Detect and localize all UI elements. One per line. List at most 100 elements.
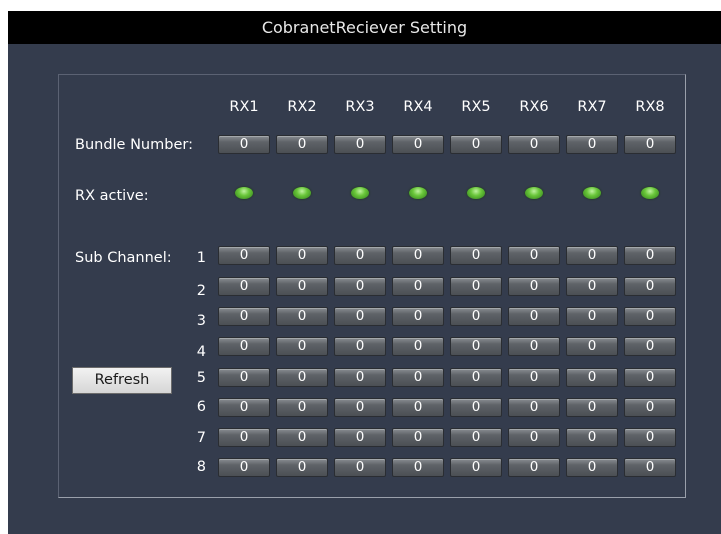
sub-channel-field[interactable]: 0 xyxy=(218,307,270,326)
sub-channel-field[interactable]: 0 xyxy=(218,337,270,356)
bundle-number-field-rx2[interactable]: 0 xyxy=(276,135,328,154)
sub-channel-field[interactable]: 0 xyxy=(276,428,328,447)
sub-channel-field[interactable]: 0 xyxy=(334,458,386,477)
sub-channel-field[interactable]: 0 xyxy=(392,368,444,387)
window-title: CobranetReciever Setting xyxy=(8,11,721,44)
sub-channel-field[interactable]: 0 xyxy=(566,398,618,417)
bundle-number-field-rx4[interactable]: 0 xyxy=(392,135,444,154)
sub-channel-field[interactable]: 0 xyxy=(218,277,270,296)
rx-active-led-icon xyxy=(293,187,311,199)
sub-channel-field[interactable]: 0 xyxy=(450,368,502,387)
bundle-number-field-rx8[interactable]: 0 xyxy=(624,135,676,154)
sub-channel-field[interactable]: 0 xyxy=(334,246,386,265)
sub-channel-field[interactable]: 0 xyxy=(508,428,560,447)
sub-channel-field[interactable]: 0 xyxy=(508,368,560,387)
sub-channel-field[interactable]: 0 xyxy=(566,337,618,356)
sub-channel-field[interactable]: 0 xyxy=(508,277,560,296)
sub-channel-field[interactable]: 0 xyxy=(392,277,444,296)
bundle-number-field-rx1[interactable]: 0 xyxy=(218,135,270,154)
sub-channel-field[interactable]: 0 xyxy=(334,337,386,356)
sub-channel-field[interactable]: 0 xyxy=(276,337,328,356)
sub-channel-field[interactable]: 0 xyxy=(508,398,560,417)
sub-channel-field[interactable]: 0 xyxy=(218,398,270,417)
bundle-number-field-rx7[interactable]: 0 xyxy=(566,135,618,154)
sub-channel-field[interactable]: 0 xyxy=(624,307,676,326)
sub-channel-field[interactable]: 0 xyxy=(218,428,270,447)
sub-channel-label: Sub Channel: xyxy=(75,250,172,266)
rx-active-led-icon xyxy=(235,187,253,199)
sub-channel-field[interactable]: 0 xyxy=(508,307,560,326)
sub-channel-field[interactable]: 0 xyxy=(624,428,676,447)
sub-channel-field[interactable]: 0 xyxy=(508,337,560,356)
sub-channel-field[interactable]: 0 xyxy=(450,398,502,417)
rx-active-led-icon xyxy=(351,187,369,199)
sub-channel-field[interactable]: 0 xyxy=(566,246,618,265)
sub-channel-field[interactable]: 0 xyxy=(218,458,270,477)
rx-active-led-icon xyxy=(467,187,485,199)
sub-channel-field[interactable]: 0 xyxy=(392,398,444,417)
rx-active-label: RX active: xyxy=(75,188,149,204)
sub-channel-field[interactable]: 0 xyxy=(218,368,270,387)
sub-channel-field[interactable]: 0 xyxy=(624,398,676,417)
sub-channel-row-number: 7 xyxy=(196,430,206,446)
sub-channel-field[interactable]: 0 xyxy=(334,277,386,296)
sub-channel-field[interactable]: 0 xyxy=(450,277,502,296)
sub-channel-field[interactable]: 0 xyxy=(334,428,386,447)
column-header-rx4: RX4 xyxy=(403,99,433,115)
bundle-number-field-rx5[interactable]: 0 xyxy=(450,135,502,154)
sub-channel-field[interactable]: 0 xyxy=(566,307,618,326)
sub-channel-field[interactable]: 0 xyxy=(392,428,444,447)
sub-channel-field[interactable]: 0 xyxy=(276,246,328,265)
column-header-rx7: RX7 xyxy=(577,99,607,115)
sub-channel-field[interactable]: 0 xyxy=(508,246,560,265)
sub-channel-row-number: 8 xyxy=(196,459,206,475)
column-header-rx1: RX1 xyxy=(229,99,259,115)
sub-channel-field[interactable]: 0 xyxy=(624,246,676,265)
sub-channel-field[interactable]: 0 xyxy=(566,458,618,477)
rx-active-led-icon xyxy=(525,187,543,199)
sub-channel-field[interactable]: 0 xyxy=(566,428,618,447)
rx-active-led-icon xyxy=(409,187,427,199)
sub-channel-field[interactable]: 0 xyxy=(450,428,502,447)
sub-channel-field[interactable]: 0 xyxy=(392,337,444,356)
column-header-rx3: RX3 xyxy=(345,99,375,115)
sub-channel-row-number: 5 xyxy=(196,370,206,386)
sub-channel-field[interactable]: 0 xyxy=(276,398,328,417)
column-header-rx2: RX2 xyxy=(287,99,317,115)
sub-channel-field[interactable]: 0 xyxy=(566,368,618,387)
sub-channel-field[interactable]: 0 xyxy=(450,307,502,326)
sub-channel-field[interactable]: 0 xyxy=(334,368,386,387)
sub-channel-field[interactable]: 0 xyxy=(624,458,676,477)
sub-channel-field[interactable]: 0 xyxy=(276,368,328,387)
column-header-rx5: RX5 xyxy=(461,99,491,115)
bundle-number-field-rx6[interactable]: 0 xyxy=(508,135,560,154)
sub-channel-field[interactable]: 0 xyxy=(508,458,560,477)
refresh-button[interactable]: Refresh xyxy=(72,367,172,394)
column-header-rx8: RX8 xyxy=(635,99,665,115)
rx-active-led-icon xyxy=(641,187,659,199)
column-header-rx6: RX6 xyxy=(519,99,549,115)
bundle-number-field-rx3[interactable]: 0 xyxy=(334,135,386,154)
sub-channel-field[interactable]: 0 xyxy=(624,368,676,387)
sub-channel-row-number: 4 xyxy=(196,344,206,360)
sub-channel-field[interactable]: 0 xyxy=(624,277,676,296)
sub-channel-row-number: 3 xyxy=(196,313,206,329)
sub-channel-field[interactable]: 0 xyxy=(392,458,444,477)
sub-channel-field[interactable]: 0 xyxy=(450,458,502,477)
sub-channel-field[interactable]: 0 xyxy=(276,277,328,296)
sub-channel-row-number: 2 xyxy=(196,283,206,299)
sub-channel-field[interactable]: 0 xyxy=(276,307,328,326)
sub-channel-field[interactable]: 0 xyxy=(566,277,618,296)
sub-channel-field[interactable]: 0 xyxy=(450,246,502,265)
sub-channel-field[interactable]: 0 xyxy=(334,307,386,326)
sub-channel-field[interactable]: 0 xyxy=(218,246,270,265)
sub-channel-field[interactable]: 0 xyxy=(392,307,444,326)
sub-channel-row-number: 6 xyxy=(196,399,206,415)
sub-channel-field[interactable]: 0 xyxy=(450,337,502,356)
sub-channel-field[interactable]: 0 xyxy=(392,246,444,265)
sub-channel-field[interactable]: 0 xyxy=(334,398,386,417)
sub-channel-field[interactable]: 0 xyxy=(624,337,676,356)
sub-channel-row-number: 1 xyxy=(196,250,206,266)
sub-channel-field[interactable]: 0 xyxy=(276,458,328,477)
bundle-number-label: Bundle Number: xyxy=(75,137,193,153)
